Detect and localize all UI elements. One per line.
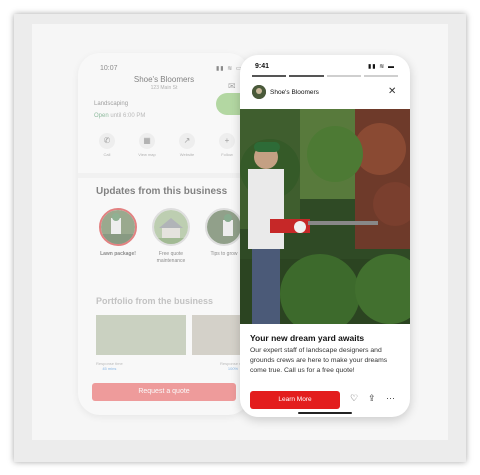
status-time: 9:41 (255, 63, 270, 70)
action-row: ✆ Call ▦ View map ↗ Website + Follow (92, 133, 242, 157)
status-icons: ▮▮ ≋ ▭ (216, 66, 243, 72)
response-time-value: 45 mins (102, 366, 117, 371)
update-story[interactable]: Free quote maintenance (149, 208, 193, 265)
response-stats: Response time 45 mins Response rate 100% (96, 361, 246, 371)
call-button[interactable]: ✆ Call (92, 133, 122, 157)
progress-segment (252, 75, 287, 77)
call-label: Call (103, 152, 111, 157)
learn-more-button[interactable]: Learn More (250, 391, 340, 409)
story-photo (240, 109, 410, 324)
share-icon[interactable]: ⇪ (368, 393, 376, 404)
business-name[interactable]: Shoe's Bloomers (270, 89, 319, 96)
phone-icon: ✆ (99, 133, 115, 149)
update-thumbnail (205, 208, 243, 246)
avatar[interactable] (252, 85, 266, 99)
plus-icon: + (219, 133, 235, 149)
business-category: Landscaping (94, 101, 129, 107)
request-quote-button[interactable]: Request a quote (92, 383, 236, 401)
business-hours: Open until 6:00 PM (94, 113, 145, 119)
view-map-button[interactable]: ▦ View map (132, 133, 162, 157)
update-label: Lawn package! (100, 251, 136, 257)
website-button[interactable]: ↗ Website (172, 133, 202, 157)
story-progress (252, 75, 398, 77)
external-link-icon: ↗ (179, 133, 195, 149)
website-label: Website (179, 152, 195, 157)
more-icon[interactable]: ··· (386, 393, 395, 403)
follow-button[interactable]: + Follow (212, 133, 242, 157)
response-time: Response time 45 mins (96, 361, 123, 371)
update-story[interactable]: Lawn package! (96, 208, 140, 265)
updates-row: Lawn package! Free quote maintenance Tip… (96, 208, 246, 265)
portfolio-image[interactable] (96, 315, 186, 355)
hours-text: until 6:00 PM (110, 113, 146, 119)
view-map-label: View map (138, 152, 156, 157)
save-icon[interactable]: ♡ (350, 393, 358, 404)
portfolio-image[interactable] (192, 315, 246, 355)
business-name: Shoe's Bloomers (133, 75, 195, 84)
business-page-phone: 10:07 ▮▮ ≋ ▭ Shoe's Bloomers 123 Main St… (78, 53, 250, 415)
status-icons: ▮▮ ≋ ▬ (368, 64, 395, 70)
business-address: 123 Main St (150, 85, 178, 91)
ad-headline: Your new dream yard awaits (250, 333, 365, 343)
follow-label: Follow (221, 152, 233, 157)
progress-segment (326, 75, 361, 77)
update-thumbnail (99, 208, 137, 246)
portfolio-title: Portfolio from the business (96, 296, 214, 306)
home-indicator (298, 412, 352, 414)
progress-segment (289, 75, 324, 77)
share-icon[interactable]: ✉ (228, 81, 236, 92)
portfolio-gallery[interactable] (96, 315, 246, 355)
story-ad-phone: 9:41 ▮▮ ≋ ▬ Shoe's Bloomers ✕ Your new d… (240, 55, 410, 417)
status-time: 10:07 (100, 65, 118, 72)
map-icon: ▦ (139, 133, 155, 149)
updates-title: Updates from this business (96, 186, 228, 197)
update-label: Free quote maintenance (156, 251, 186, 264)
close-icon[interactable]: ✕ (388, 86, 396, 97)
update-thumbnail (152, 208, 190, 246)
section-divider (78, 173, 250, 178)
progress-segment (363, 75, 398, 77)
open-label: Open (94, 113, 109, 119)
ad-body: Our expert staff of landscape designers … (250, 347, 388, 374)
